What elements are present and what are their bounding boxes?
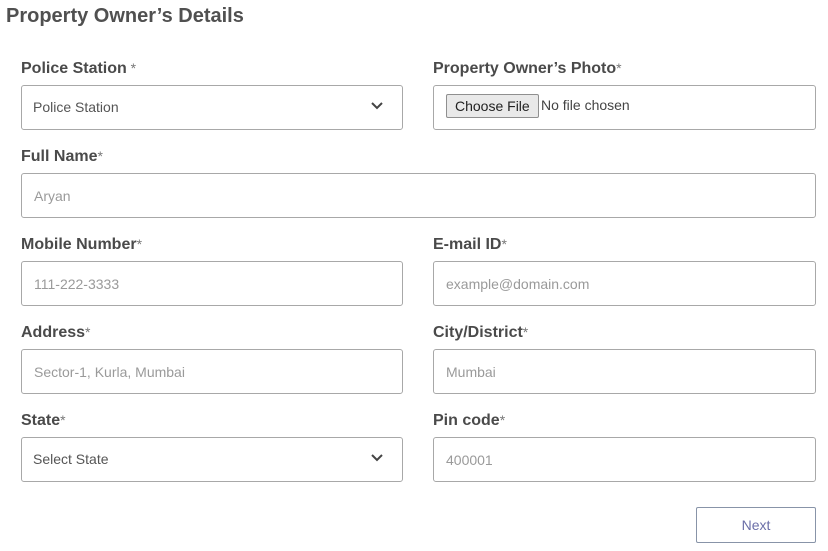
full-name-label: Full Name* bbox=[21, 148, 103, 166]
pincode-field-wrap bbox=[433, 437, 816, 482]
photo-label: Property Owner’s Photo* bbox=[433, 60, 622, 78]
required-mark: * bbox=[616, 60, 622, 76]
police-station-label-text: Police Station bbox=[21, 60, 127, 77]
mobile-field-wrap bbox=[21, 261, 403, 306]
email-label-text: E-mail ID bbox=[433, 236, 502, 253]
city-field-wrap bbox=[433, 349, 816, 394]
required-mark: * bbox=[136, 236, 143, 252]
required-mark: * bbox=[97, 148, 103, 164]
full-name-label-text: Full Name bbox=[21, 148, 98, 165]
city-label-text: City/District bbox=[433, 324, 523, 341]
police-station-label: Police Station * bbox=[21, 60, 136, 78]
photo-file-input: Choose File No file chosen bbox=[433, 85, 816, 130]
mobile-label-text: Mobile Number bbox=[21, 236, 137, 253]
pincode-label-text: Pin code bbox=[433, 412, 500, 429]
required-mark: * bbox=[60, 412, 66, 428]
next-button[interactable]: Next bbox=[696, 507, 816, 543]
choose-file-button[interactable]: Choose File bbox=[446, 94, 539, 118]
address-label: Address* bbox=[21, 324, 90, 342]
required-mark: * bbox=[501, 236, 507, 252]
email-field-wrap bbox=[433, 261, 816, 306]
state-select[interactable]: Select State bbox=[21, 437, 403, 482]
city-label: City/District* bbox=[433, 324, 528, 342]
address-field-wrap bbox=[21, 349, 403, 394]
required-mark: * bbox=[85, 324, 91, 340]
chevron-down-icon bbox=[371, 102, 383, 110]
full-name-field-wrap bbox=[21, 173, 816, 218]
photo-label-text: Property Owner’s Photo bbox=[433, 60, 617, 77]
state-label: State* bbox=[21, 412, 66, 430]
address-label-text: Address bbox=[21, 324, 86, 341]
mobile-input[interactable] bbox=[22, 262, 402, 305]
required-mark: * bbox=[499, 412, 506, 428]
address-input[interactable] bbox=[22, 350, 402, 393]
email-label: E-mail ID* bbox=[433, 236, 507, 254]
chevron-down-icon bbox=[371, 454, 383, 462]
police-station-select[interactable]: Police Station bbox=[21, 85, 403, 130]
page-title: Property Owner’s Details bbox=[6, 5, 244, 27]
city-input[interactable] bbox=[434, 350, 815, 393]
police-station-selected-value: Police Station bbox=[33, 99, 119, 115]
required-mark: * bbox=[126, 60, 137, 76]
state-selected-value: Select State bbox=[33, 451, 109, 467]
pincode-input[interactable] bbox=[434, 438, 815, 481]
pincode-label: Pin code* bbox=[433, 412, 505, 430]
file-status: No file chosen bbox=[541, 97, 630, 113]
full-name-input[interactable] bbox=[22, 174, 815, 217]
required-mark: * bbox=[522, 324, 529, 340]
state-label-text: State bbox=[21, 412, 61, 429]
mobile-label: Mobile Number* bbox=[21, 236, 142, 254]
email-input[interactable] bbox=[434, 262, 815, 305]
